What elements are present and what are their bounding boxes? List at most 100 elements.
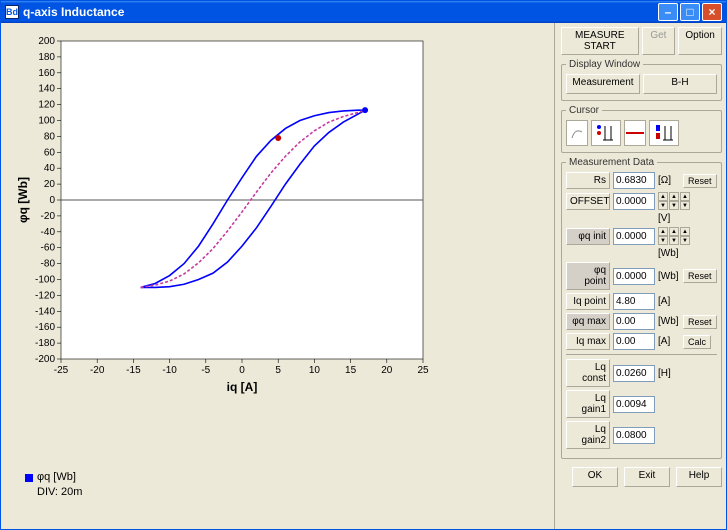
svg-text:-160: -160 (35, 322, 55, 333)
phiq-max-unit: [Wb] (658, 316, 680, 327)
phiq-init-unit: [Wb] (658, 248, 680, 259)
svg-text:-120: -120 (35, 290, 55, 301)
legend-swatch (25, 474, 33, 482)
chart-legend: φq [Wb] DIV: 20m (25, 470, 82, 499)
offset-dn2[interactable]: ▼ (669, 201, 679, 210)
exit-button[interactable]: Exit (624, 467, 670, 487)
titlebar: Bd q-axis Inductance – □ × (1, 1, 726, 23)
phiq-point-input[interactable] (613, 268, 655, 285)
svg-text:-15: -15 (126, 365, 141, 376)
svg-text:20: 20 (381, 365, 393, 376)
offset-unit: [V] (658, 213, 680, 224)
display-window-legend: Display Window (566, 59, 643, 70)
offset-input[interactable] (613, 193, 655, 210)
svg-text:80: 80 (44, 131, 56, 142)
phiq-point-label: φq point (566, 262, 610, 290)
cursor-tool-xy[interactable] (591, 120, 621, 146)
cursor-legend: Cursor (566, 105, 602, 116)
svg-text:5: 5 (275, 365, 281, 376)
content: -25-20-15-10-50510152025-200-180-160-140… (1, 23, 726, 529)
svg-text:140: 140 (38, 84, 55, 95)
svg-text:-5: -5 (201, 365, 210, 376)
measurement-data-legend: Measurement Data (566, 157, 657, 168)
svg-text:-40: -40 (41, 227, 56, 238)
svg-text:60: 60 (44, 147, 56, 158)
chart-area: -25-20-15-10-50510152025-200-180-160-140… (1, 23, 554, 529)
svg-text:0: 0 (49, 195, 55, 206)
cursor-tool-draw[interactable] (566, 120, 588, 146)
phiqinit-up1[interactable]: ▲ (658, 227, 668, 236)
lq-const-input[interactable] (613, 365, 655, 382)
svg-text:φq [Wb]: φq [Wb] (16, 177, 30, 223)
phiq-max-label: φq max (566, 313, 610, 330)
get-button[interactable]: Get (642, 27, 676, 55)
measure-start-button[interactable]: MEASURE START (561, 27, 639, 55)
ok-button[interactable]: OK (572, 467, 618, 487)
help-button[interactable]: Help (676, 467, 722, 487)
svg-text:-60: -60 (41, 243, 56, 254)
svg-text:40: 40 (44, 163, 56, 174)
cursor-group: Cursor (561, 105, 722, 153)
svg-text:-20: -20 (90, 365, 105, 376)
bh-button[interactable]: B-H (643, 74, 717, 94)
iq-point-label: Iq point (566, 293, 610, 310)
phiqinit-dn2[interactable]: ▼ (669, 236, 679, 245)
side-panel: MEASURE START Get Option Display Window … (554, 23, 726, 529)
footer-buttons: OK Exit Help (561, 463, 722, 491)
cursor-tool-hline[interactable] (624, 120, 646, 146)
offset-label: OFFSET (566, 193, 610, 210)
svg-text:20: 20 (44, 179, 56, 190)
maximize-button[interactable]: □ (680, 3, 700, 21)
svg-text:160: 160 (38, 68, 55, 79)
offset-dn1[interactable]: ▼ (658, 201, 668, 210)
lq-const-unit: [H] (658, 368, 680, 379)
phiqinit-up3[interactable]: ▲ (680, 227, 690, 236)
top-button-row: MEASURE START Get Option (561, 27, 722, 55)
svg-text:-10: -10 (162, 365, 177, 376)
iq-max-label: Iq max (566, 333, 610, 350)
offset-spinners: ▲▼ ▲▼ ▲▼ (658, 192, 690, 210)
display-window-group: Display Window Measurement B-H (561, 59, 722, 101)
app-icon: Bd (5, 5, 19, 19)
window-title: q-axis Inductance (23, 5, 656, 19)
svg-text:10: 10 (309, 365, 321, 376)
offset-dn3[interactable]: ▼ (680, 201, 690, 210)
calc-button[interactable]: Calc (683, 335, 711, 349)
lq-gain2-input[interactable] (613, 427, 655, 444)
phiqinit-dn1[interactable]: ▼ (658, 236, 668, 245)
offset-up3[interactable]: ▲ (680, 192, 690, 201)
close-button[interactable]: × (702, 3, 722, 21)
svg-text:15: 15 (345, 365, 357, 376)
offset-up2[interactable]: ▲ (669, 192, 679, 201)
lq-const-label: Lq const (566, 359, 610, 387)
measurement-button[interactable]: Measurement (566, 74, 640, 94)
iq-max-input[interactable] (613, 333, 655, 350)
chart: -25-20-15-10-50510152025-200-180-160-140… (13, 31, 433, 401)
phiq-init-label: φq init (566, 228, 610, 245)
minimize-button[interactable]: – (658, 3, 678, 21)
cursor-tool-range[interactable] (649, 120, 679, 146)
lq-gain2-label: Lq gain2 (566, 421, 610, 449)
option-button[interactable]: Option (678, 27, 722, 55)
phiq-max-reset-button[interactable]: Reset (683, 315, 717, 329)
iq-max-unit: [A] (658, 336, 680, 347)
svg-text:100: 100 (38, 116, 55, 127)
lq-gain1-input[interactable] (613, 396, 655, 413)
rs-reset-button[interactable]: Reset (683, 174, 717, 188)
svg-text:-80: -80 (41, 259, 56, 270)
svg-text:-140: -140 (35, 306, 55, 317)
phiqinit-dn3[interactable]: ▼ (680, 236, 690, 245)
phiqinit-up2[interactable]: ▲ (669, 227, 679, 236)
svg-text:iq [A]: iq [A] (227, 380, 258, 394)
measurement-data-group: Measurement Data Rs [Ω] Reset OFFSET ▲▼ … (561, 157, 722, 459)
rs-label: Rs (566, 172, 610, 189)
phiq-point-reset-button[interactable]: Reset (683, 269, 717, 283)
rs-input[interactable] (613, 172, 655, 189)
iq-point-input[interactable] (613, 293, 655, 310)
offset-up1[interactable]: ▲ (658, 192, 668, 201)
svg-text:200: 200 (38, 36, 55, 47)
iq-point-unit: [A] (658, 296, 680, 307)
phiq-init-input[interactable] (613, 228, 655, 245)
phiq-max-input[interactable] (613, 313, 655, 330)
svg-text:-20: -20 (41, 211, 56, 222)
